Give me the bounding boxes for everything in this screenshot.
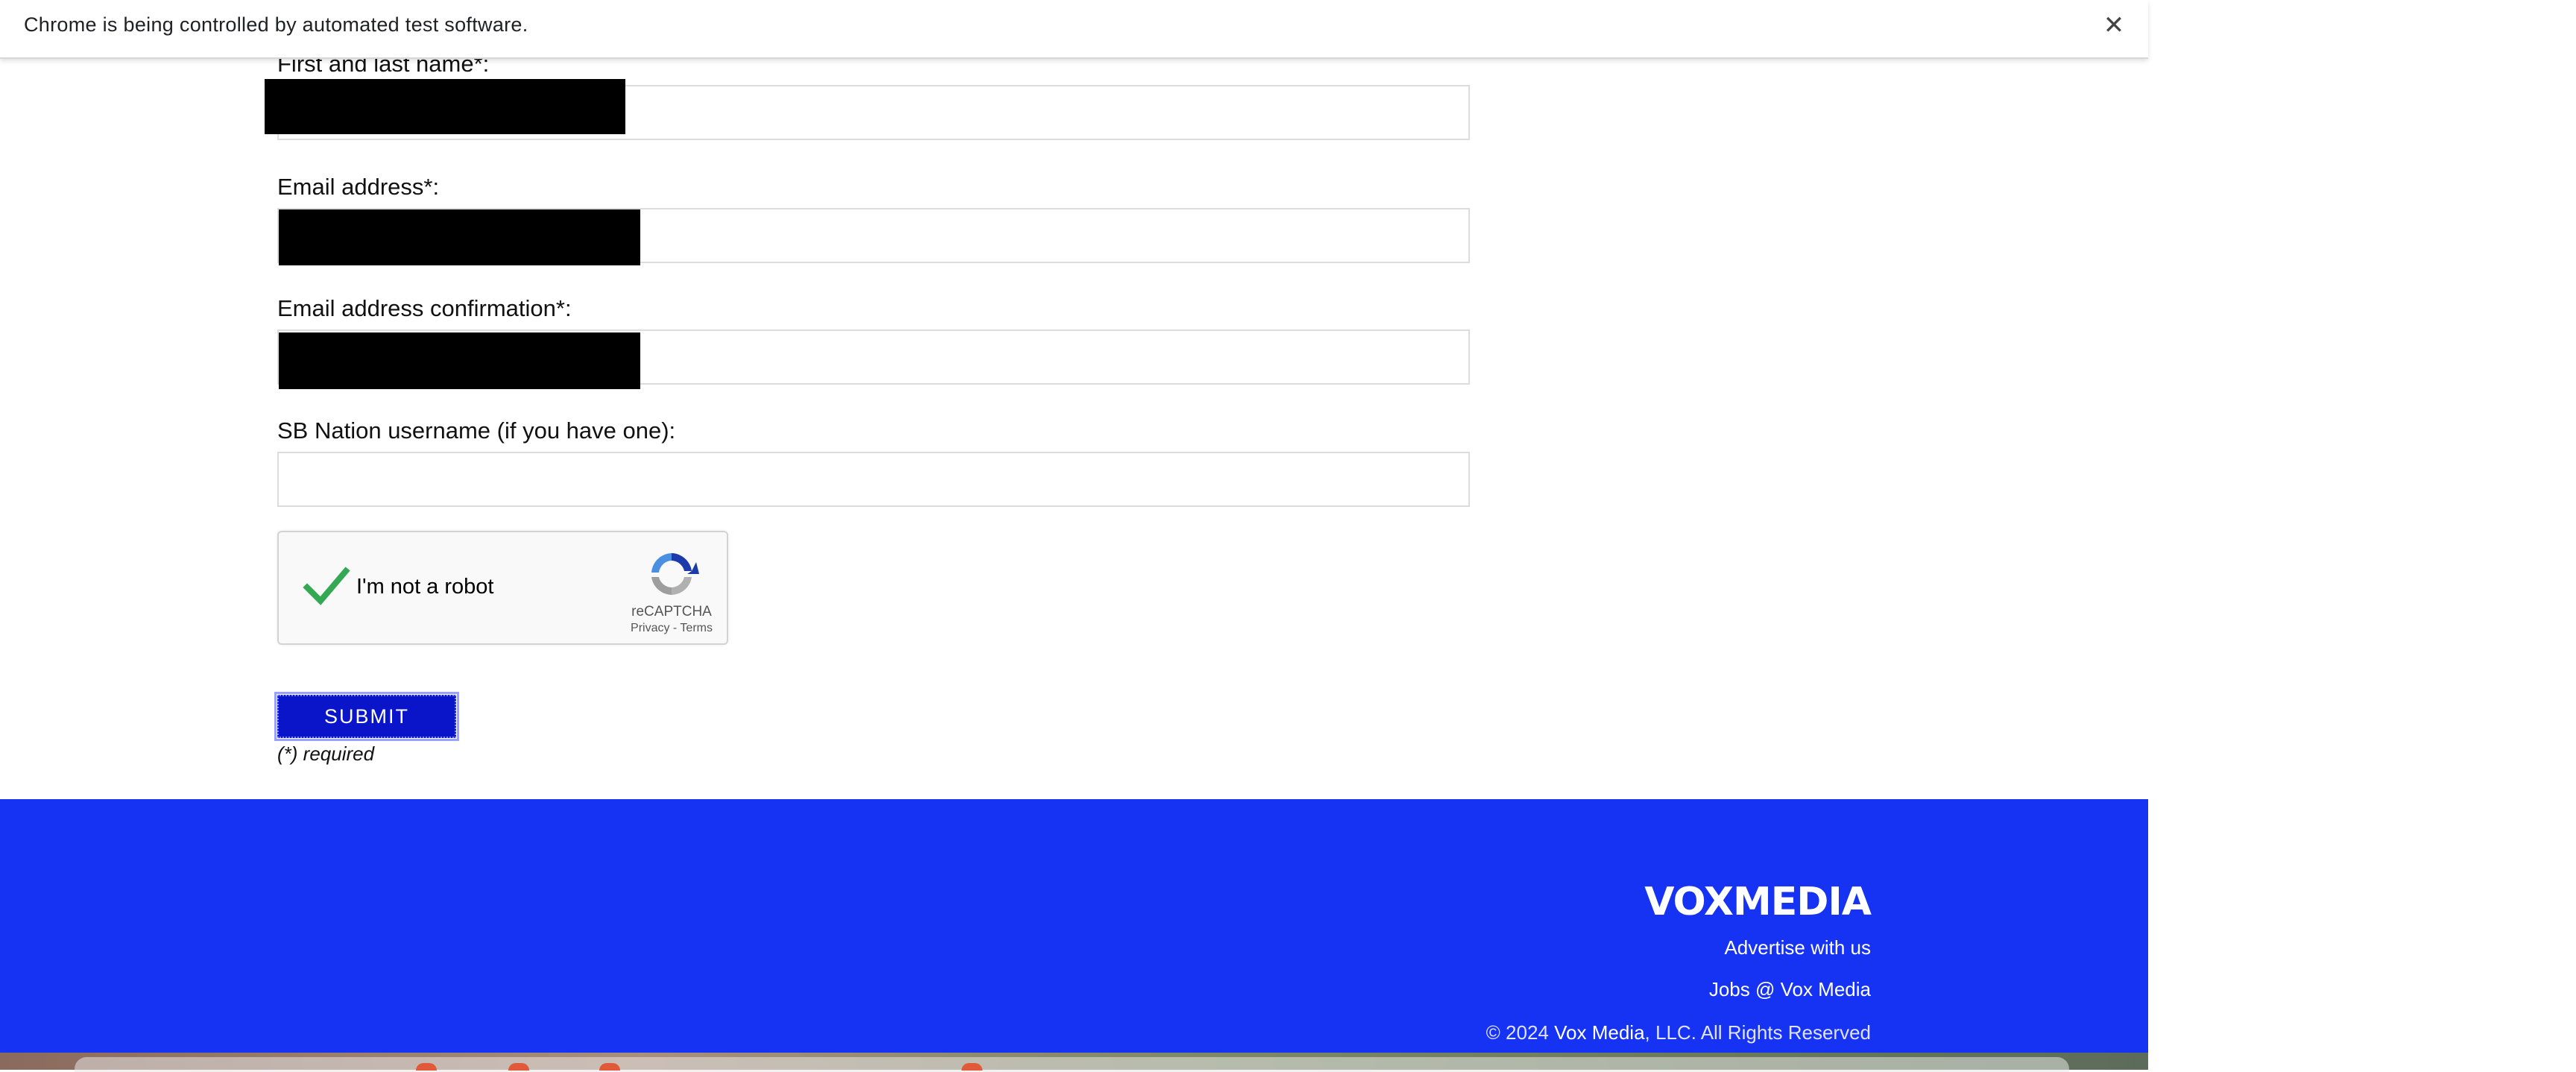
copyright-text: © 2024 Vox Media, LLC. All Rights Reserv… <box>1486 1021 1871 1044</box>
username-label: SB Nation username (if you have one): <box>277 417 676 444</box>
infobar-message: Chrome is being controlled by automated … <box>24 13 528 36</box>
vox-media-logo[interactable]: VOXMEDIA <box>1617 880 1872 924</box>
recaptcha-label: I'm not a robot <box>356 575 494 599</box>
copyright-prefix: © 2024 <box>1486 1021 1555 1044</box>
dock <box>75 1057 2069 1072</box>
redacted-email-confirm-value <box>279 332 640 389</box>
redacted-name-value <box>265 79 625 134</box>
username-field[interactable] <box>277 452 1470 507</box>
vox-media-link[interactable]: Vox Media <box>1554 1021 1644 1044</box>
email-label: Email address*: <box>277 174 440 200</box>
recaptcha-privacy-terms-link[interactable]: Privacy - Terms <box>616 622 727 635</box>
redacted-email-value <box>279 209 640 265</box>
recaptcha-brand: reCAPTCHA <box>631 604 712 619</box>
footer: VOXMEDIA Advertise with us Jobs @ Vox Me… <box>0 799 2148 1055</box>
jobs-link[interactable]: Jobs @ Vox Media <box>1709 978 1871 1001</box>
advertise-link[interactable]: Advertise with us <box>1724 936 1871 959</box>
copyright-suffix: , LLC. All Rights Reserved <box>1644 1021 1871 1044</box>
submit-button[interactable]: SUBMIT <box>274 692 459 741</box>
recaptcha-widget[interactable]: I'm not a robot reCAPTCHA Privacy - Term… <box>277 531 728 645</box>
recaptcha-logo-icon <box>651 553 699 595</box>
required-note: (*) required <box>277 742 375 765</box>
close-icon[interactable]: ✕ <box>2100 10 2127 40</box>
email-confirm-label: Email address confirmation*: <box>277 295 572 321</box>
blank-area <box>2148 0 2576 1070</box>
checkmark-icon[interactable] <box>303 562 350 610</box>
automation-infobar: Chrome is being controlled by automated … <box>0 0 2148 59</box>
